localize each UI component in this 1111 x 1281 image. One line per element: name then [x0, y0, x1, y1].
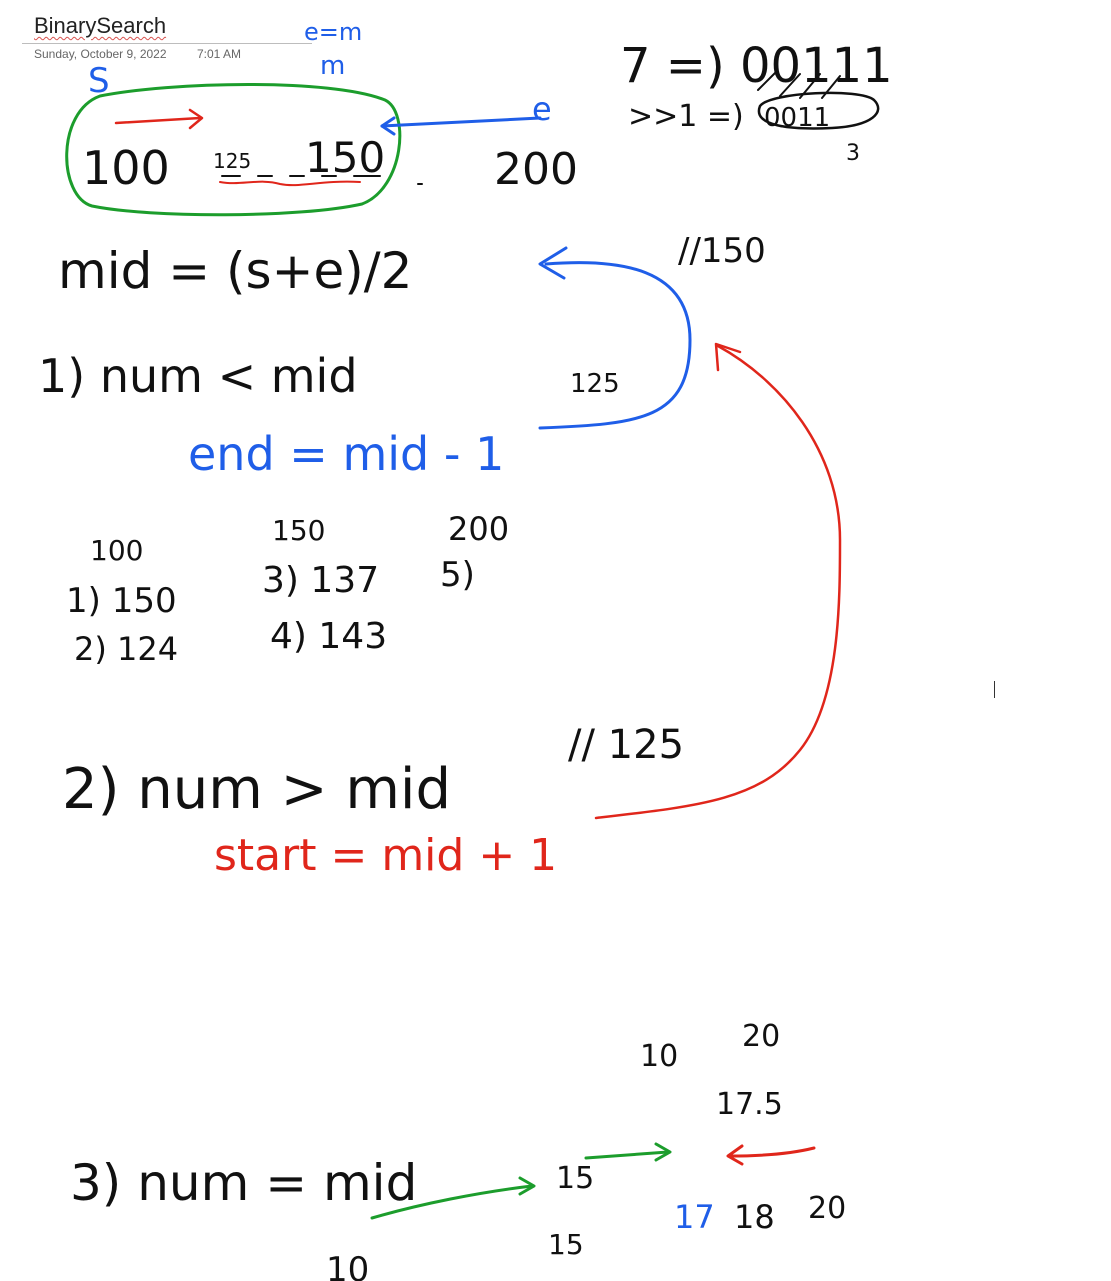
- bottom-10: 10: [640, 1039, 678, 1074]
- case-2-condition: 2) num > mid: [62, 757, 451, 822]
- red-arrow-left: [728, 1146, 816, 1158]
- trace-step-3: 3) 137: [262, 560, 379, 601]
- trace-150: 150: [272, 514, 325, 547]
- red-arrow-top: [114, 116, 202, 125]
- bits-line-2: >>1 =): [628, 99, 744, 134]
- trace-step-1: 1) 150: [66, 581, 177, 621]
- case-1-condition: 1) num < mid: [38, 349, 358, 403]
- case-3-condition: 3) num = mid: [70, 1154, 417, 1212]
- bottom-20b: 20: [808, 1191, 846, 1226]
- blue-curve-arrow: [538, 261, 692, 430]
- bottom-20: 20: [742, 1019, 780, 1054]
- mid-formula: mid = (s+e)/2: [58, 242, 412, 300]
- comment-125: // 125: [568, 722, 684, 768]
- trace-step-4: 4) 143: [270, 616, 387, 657]
- note-page: BinarySearch Sunday, October 9, 2022 7:0…: [0, 0, 1111, 1281]
- blue-e-arrow: [380, 116, 542, 128]
- red-underline-squiggle: [219, 180, 361, 187]
- e-label: e: [532, 90, 552, 128]
- end-rule: end = mid - 1: [188, 427, 504, 481]
- bits-line-1: 7 =) 00111: [620, 38, 893, 94]
- bottom-15-top: 15: [556, 1161, 594, 1196]
- bottom-18: 18: [734, 1198, 775, 1236]
- start-rule: start = mid + 1: [214, 830, 557, 881]
- array-125: 125: [213, 149, 251, 173]
- e-equals-m-label: e=m: [304, 18, 362, 46]
- m-label: m: [320, 51, 345, 81]
- bits-count: 3: [846, 141, 860, 166]
- trace-step-5: 5): [440, 555, 475, 595]
- green-arrow-right: [584, 1150, 670, 1160]
- bottom-10b: 10: [326, 1250, 369, 1281]
- trace-step-2: 2) 124: [74, 630, 178, 668]
- trace-200: 200: [448, 510, 509, 548]
- comment-150: //150: [678, 231, 766, 271]
- array-150: 150: [305, 133, 385, 182]
- bottom-15: 15: [548, 1228, 584, 1261]
- ink-canvas[interactable]: S e=m m e 100 125 150 200 7 =) 00111 >>1…: [0, 0, 1111, 1281]
- bottom-17: 17: [674, 1198, 715, 1236]
- trace-100: 100: [90, 534, 143, 567]
- bottom-17-5: 17.5: [716, 1087, 783, 1122]
- note-125: 125: [570, 369, 620, 399]
- text-cursor: [994, 681, 995, 698]
- array-100: 100: [82, 141, 170, 195]
- array-200: 200: [494, 144, 578, 195]
